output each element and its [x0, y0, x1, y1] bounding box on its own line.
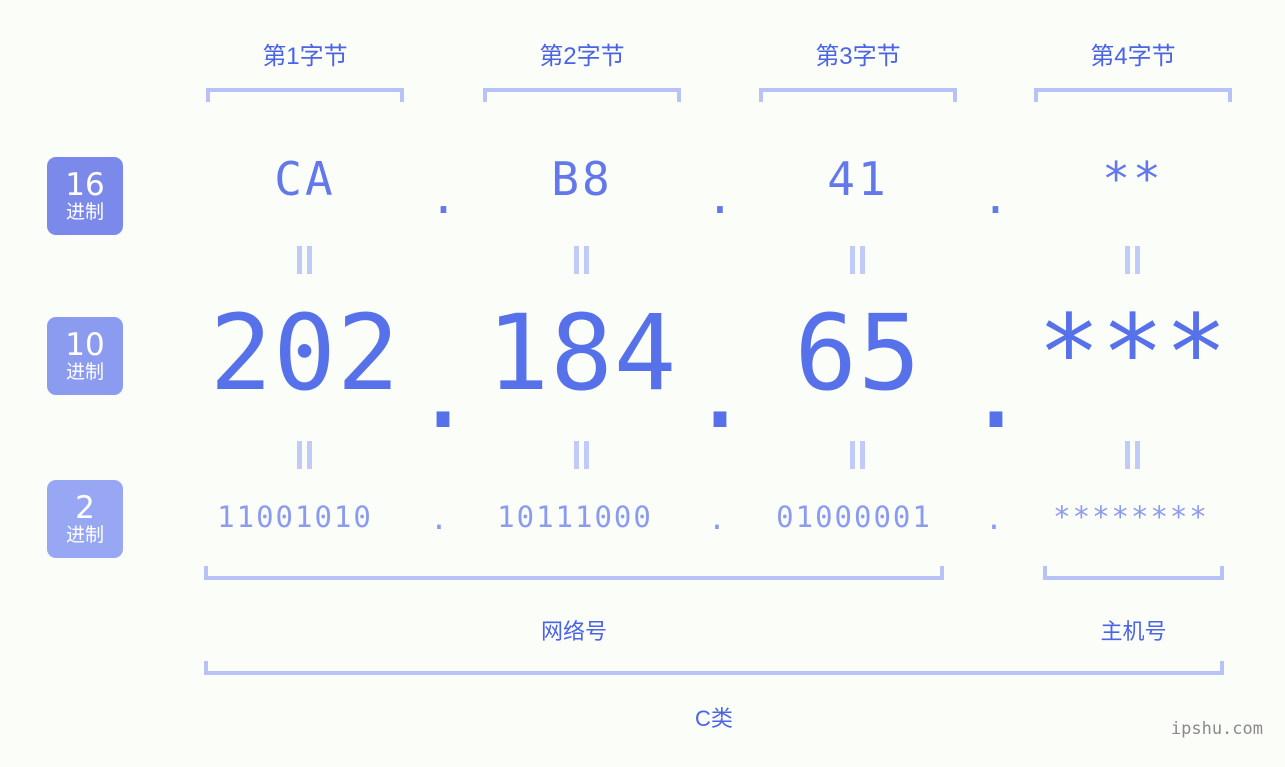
byte-header-label-2: 第2字节 [539, 43, 625, 70]
binary-separator-3: . [985, 502, 1003, 536]
host-part-bracket [1043, 566, 1224, 580]
base-badge-binary: 2 进制 [47, 480, 123, 558]
hex-byte-3: 41 [827, 152, 889, 206]
base-badge-binary-unit: 进制 [65, 525, 104, 546]
equals-mark-dec-bin-2 [573, 441, 591, 469]
decimal-byte-4: *** [1037, 292, 1229, 414]
hex-byte-1: CA [274, 152, 336, 206]
hex-byte-4: ** [1102, 152, 1164, 206]
binary-separator-1: . [430, 502, 448, 536]
decimal-separator-3: . [964, 330, 1028, 452]
decimal-byte-1: 202 [209, 292, 401, 414]
byte-bracket-2 [483, 88, 681, 102]
ip-address-breakdown-diagram: 第1字节 第2字节 第3字节 第4字节 16 进制 10 进制 2 进制 CA … [0, 0, 1285, 767]
byte-header-label-1: 第1字节 [262, 43, 348, 70]
hex-byte-2: B8 [551, 152, 613, 206]
hex-separator-3: . [981, 170, 1010, 224]
decimal-byte-2: 184 [486, 292, 678, 414]
byte-bracket-3 [759, 88, 957, 102]
equals-mark-hex-dec-4 [1124, 246, 1142, 274]
decimal-byte-3: 65 [794, 292, 922, 414]
equals-mark-dec-bin-4 [1124, 441, 1142, 469]
network-part-label: 网络号 [540, 619, 607, 644]
decimal-separator-1: . [411, 330, 475, 452]
address-class-bracket [204, 661, 1224, 675]
network-part-bracket [204, 566, 944, 580]
base-badge-binary-number: 2 [75, 490, 95, 526]
hex-separator-2: . [706, 170, 734, 224]
binary-byte-4: ******** [1053, 500, 1209, 534]
equals-mark-hex-dec-2 [573, 246, 591, 274]
host-part-label: 主机号 [1100, 619, 1167, 644]
equals-mark-dec-bin-3 [849, 441, 867, 469]
base-badge-decimal: 10 进制 [47, 317, 123, 395]
binary-byte-2: 10111000 [497, 500, 653, 534]
byte-header-label-4: 第4字节 [1090, 43, 1176, 70]
equals-mark-dec-bin-1 [296, 441, 314, 469]
base-badge-hex: 16 进制 [47, 157, 123, 235]
byte-bracket-1 [206, 88, 404, 102]
binary-separator-2: . [708, 502, 726, 536]
byte-header-label-3: 第3字节 [815, 43, 901, 70]
site-watermark: ipshu.com [1170, 719, 1263, 739]
decimal-separator-2: . [688, 330, 752, 452]
base-badge-hex-unit: 进制 [65, 202, 104, 223]
base-badge-decimal-number: 10 [65, 327, 105, 363]
byte-bracket-4 [1034, 88, 1232, 102]
equals-mark-hex-dec-1 [296, 246, 314, 274]
equals-mark-hex-dec-3 [849, 246, 867, 274]
hex-separator-1: . [429, 170, 458, 224]
base-badge-hex-number: 16 [65, 167, 105, 203]
binary-byte-3: 01000001 [776, 500, 932, 534]
binary-byte-1: 11001010 [217, 500, 373, 534]
base-badge-decimal-unit: 进制 [65, 362, 104, 383]
address-class-label: C类 [695, 706, 733, 731]
